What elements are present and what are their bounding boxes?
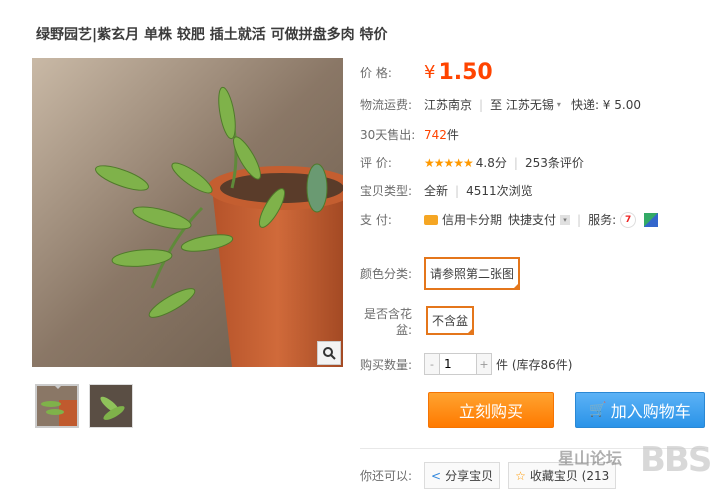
item-type-label: 宝贝类型:	[360, 184, 413, 198]
share-button-label: 分享宝贝	[445, 469, 494, 483]
payment-row: 支 付: 信用卡分期 快捷支付 ▾ | 服务: 7	[360, 211, 659, 228]
seven-day-return-icon[interactable]: 7	[620, 211, 637, 228]
shipping-row: 物流运费: 江苏南京 | 至 江苏无锡 ▾ 快递: ¥ 5.00	[360, 96, 641, 113]
decrease-button[interactable]: -	[425, 354, 439, 374]
express-fee: 快递: ¥ 5.00	[570, 98, 641, 112]
item-condition: 全新	[424, 184, 449, 198]
credit-card-icon	[424, 214, 438, 225]
sales-count: 742	[424, 127, 447, 142]
zoom-icon[interactable]	[317, 341, 341, 365]
shipping-label: 物流运费:	[360, 98, 413, 112]
price-currency: ¥	[424, 62, 436, 83]
sales-row: 30天售出: 742 件	[360, 126, 459, 143]
quantity-input[interactable]	[439, 354, 477, 374]
star-rating-icon: ★★★★★	[424, 155, 474, 170]
increase-button[interactable]: +	[477, 354, 491, 374]
payment-label: 支 付:	[360, 213, 392, 227]
ship-from: 江苏南京	[424, 98, 473, 112]
ship-to-select[interactable]: 江苏无锡	[506, 96, 554, 113]
view-count: 4511次浏览	[466, 184, 533, 198]
quantity-label: 购买数量:	[360, 357, 413, 372]
share-label: 你还可以:	[360, 469, 413, 483]
sales-label: 30天售出:	[360, 128, 416, 142]
stock-info: 件 (库存86件)	[496, 357, 573, 372]
color-option-selected[interactable]: 请参照第二张图	[424, 257, 521, 290]
rating-label: 评 价:	[360, 156, 392, 170]
quantity-stepper: - +	[424, 353, 492, 375]
chevron-down-icon[interactable]: ▾	[560, 214, 571, 225]
chevron-down-icon[interactable]: ▾	[557, 100, 561, 109]
price-value: 1.50	[438, 60, 493, 85]
pot-option-selected[interactable]: 不含盆	[426, 306, 475, 335]
pot-row: 是否含花盆: 不含盆	[360, 306, 475, 338]
thumbnail-1[interactable]	[35, 384, 79, 428]
quick-pay[interactable]: 快捷支付	[508, 211, 556, 228]
share-icon: <	[431, 468, 442, 483]
buy-now-button[interactable]: 立刻购买	[428, 392, 554, 428]
product-title: 绿野园艺|紫玄月 单株 较肥 插土就活 可做拼盘多肉 特价	[36, 27, 388, 43]
reviews-link[interactable]: 253条评价	[525, 154, 584, 171]
rating-row: 评 价: ★★★★★ 4.8分 | 253条评价	[360, 154, 584, 171]
credit-installment[interactable]: 信用卡分期	[442, 211, 502, 228]
rating-score: 4.8分	[475, 156, 507, 170]
cart-icon: 🛒	[589, 402, 607, 418]
price-label: 价 格:	[360, 66, 392, 80]
color-label: 颜色分类:	[360, 267, 413, 281]
item-type-row: 宝贝类型: 全新 | 4511次浏览	[360, 183, 533, 199]
color-row: 颜色分类: 请参照第二张图	[360, 257, 521, 290]
sales-unit: 件	[446, 128, 459, 142]
guarantee-icon[interactable]	[644, 212, 659, 227]
thumbnail-strip	[35, 384, 133, 428]
service-label: 服务:	[588, 213, 617, 227]
collect-button-label: 收藏宝贝 (213	[529, 469, 610, 483]
watermark-text: 星山论坛	[558, 449, 623, 468]
add-to-cart-button[interactable]: 🛒 加入购物车	[575, 392, 705, 428]
price-row: 价 格: ¥ 1.50	[360, 60, 493, 85]
main-product-image[interactable]	[32, 58, 343, 367]
succulent-photo	[32, 58, 343, 367]
star-outline-icon: ☆	[515, 468, 526, 483]
quantity-row: 购买数量: - + 件 (库存86件)	[360, 353, 572, 375]
share-button[interactable]: < 分享宝贝	[424, 462, 501, 489]
pot-label: 是否含花盆:	[363, 307, 412, 337]
add-to-cart-label: 加入购物车	[610, 402, 691, 421]
watermark-logo: BBS	[640, 440, 711, 480]
thumbnail-2[interactable]	[89, 384, 133, 428]
ship-to-prefix: 至	[490, 98, 503, 112]
